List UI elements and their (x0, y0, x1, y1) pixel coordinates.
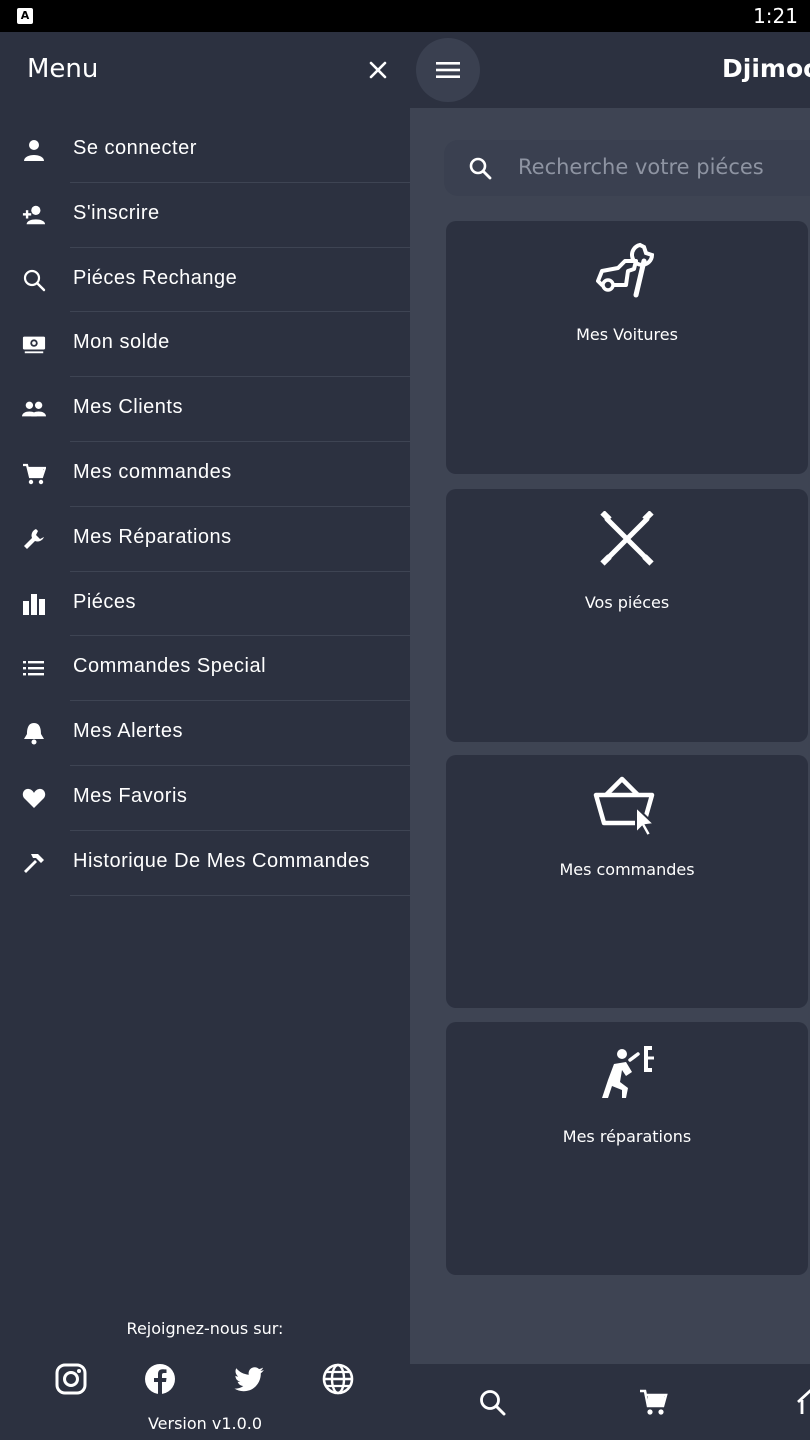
menu-item-label: Mes commandes (73, 460, 232, 483)
menu-item-mes-clients[interactable]: Mes Clients (0, 377, 410, 442)
divider (70, 894, 410, 896)
menu-item-s-inscrire[interactable]: S'inscrire (0, 183, 410, 248)
basket-cursor-icon (593, 776, 657, 837)
mechanic-icon (602, 1046, 654, 1098)
car-wrench-icon (596, 242, 655, 298)
menu-item-mes-reparations[interactable]: Mes Réparations (0, 507, 410, 572)
menu-item-label: Mes Favoris (73, 784, 188, 807)
nav-home-icon[interactable] (796, 1388, 810, 1416)
join-us-text: Rejoignez-nous sur: (126, 1319, 284, 1338)
facebook-icon[interactable] (143, 1362, 177, 1396)
people-icon (22, 401, 46, 417)
bottom-nav (410, 1364, 810, 1440)
hamburger-icon (436, 62, 460, 78)
menu-item-mon-solde[interactable]: Mon solde (0, 312, 410, 378)
app-bar: Djimoo (410, 32, 810, 108)
menu-item-label: Commandes Special (73, 655, 267, 678)
card-mes-commandes[interactable]: Mes commandes (446, 755, 808, 1008)
crossed-wrenches-icon (600, 511, 654, 566)
bars-icon (23, 593, 45, 615)
card-label: Mes commandes (559, 860, 695, 879)
navigation-drawer: Menu Se connecter S'inscrire Piéces Rech… (0, 32, 410, 1440)
menu-item-mes-commandes[interactable]: Mes commandes (0, 442, 410, 507)
card-mes-reparations[interactable]: Mes réparations (446, 1022, 808, 1275)
instagram-icon[interactable] (54, 1362, 88, 1396)
menu-item-pieces[interactable]: Piéces (0, 572, 410, 637)
version-text: Version v1.0.0 (147, 1414, 263, 1433)
cart-icon (23, 463, 46, 485)
menu-item-label: Mes Clients (73, 396, 183, 419)
app-badge-icon: A (17, 8, 33, 24)
nav-search-icon[interactable] (478, 1388, 506, 1416)
person-icon (24, 140, 44, 161)
status-time: 1:21 (753, 4, 798, 28)
menu-item-label: Historique De Mes Commandes (73, 849, 370, 872)
menu-item-mes-favoris[interactable]: Mes Favoris (0, 766, 410, 831)
menu-item-label: Se connecter (73, 137, 197, 159)
menu-item-historique[interactable]: Historique De Mes Commandes (0, 831, 410, 896)
status-bar: A 1:21 (0, 0, 810, 32)
list-icon (23, 661, 44, 676)
card-label: Mes Voitures (576, 325, 678, 344)
card-vos-pieces[interactable]: Vos piéces (446, 489, 808, 742)
hammer-icon (24, 853, 44, 873)
search-icon (23, 269, 46, 291)
drawer-header: Menu (0, 32, 410, 108)
search-icon (469, 157, 492, 180)
bell-icon (24, 723, 44, 745)
main-screen: Djimoo Recherche votre piéces Mes Voitur… (410, 32, 810, 1440)
person-add-icon (22, 205, 46, 225)
twitter-icon[interactable] (232, 1362, 266, 1396)
app-title: Djimoo (722, 54, 810, 83)
menu-item-label: Mes Réparations (73, 525, 232, 548)
menu-item-label: Mon solde (73, 331, 170, 354)
menu-item-pieces-rechange[interactable]: Piéces Rechange (0, 248, 410, 313)
drawer-menu-list: Se connecter S'inscrire Piéces Rechange … (0, 118, 410, 896)
card-mes-voitures[interactable]: Mes Voitures (446, 221, 808, 474)
menu-item-label: Mes Alertes (73, 720, 183, 743)
web-icon[interactable] (321, 1362, 355, 1396)
menu-item-commandes-special[interactable]: Commandes Special (0, 636, 410, 702)
card-label: Mes réparations (562, 1127, 692, 1146)
hamburger-menu-button[interactable] (416, 38, 480, 102)
close-icon[interactable] (365, 57, 391, 83)
money-icon (22, 337, 46, 354)
menu-item-mes-alertes[interactable]: Mes Alertes (0, 701, 410, 766)
menu-item-label: Piéces Rechange (73, 266, 238, 289)
search-input[interactable]: Recherche votre piéces (518, 155, 764, 179)
heart-icon (22, 788, 46, 808)
menu-item-label: Piéces (73, 590, 137, 613)
menu-item-label: S'inscrire (73, 201, 160, 224)
search-bar[interactable]: Recherche votre piéces (444, 140, 810, 196)
card-label: Vos piéces (584, 593, 670, 612)
wrench-icon (24, 528, 44, 549)
nav-cart-icon[interactable] (638, 1388, 668, 1416)
drawer-title: Menu (27, 54, 99, 84)
menu-item-se-connecter[interactable]: Se connecter (0, 118, 410, 183)
